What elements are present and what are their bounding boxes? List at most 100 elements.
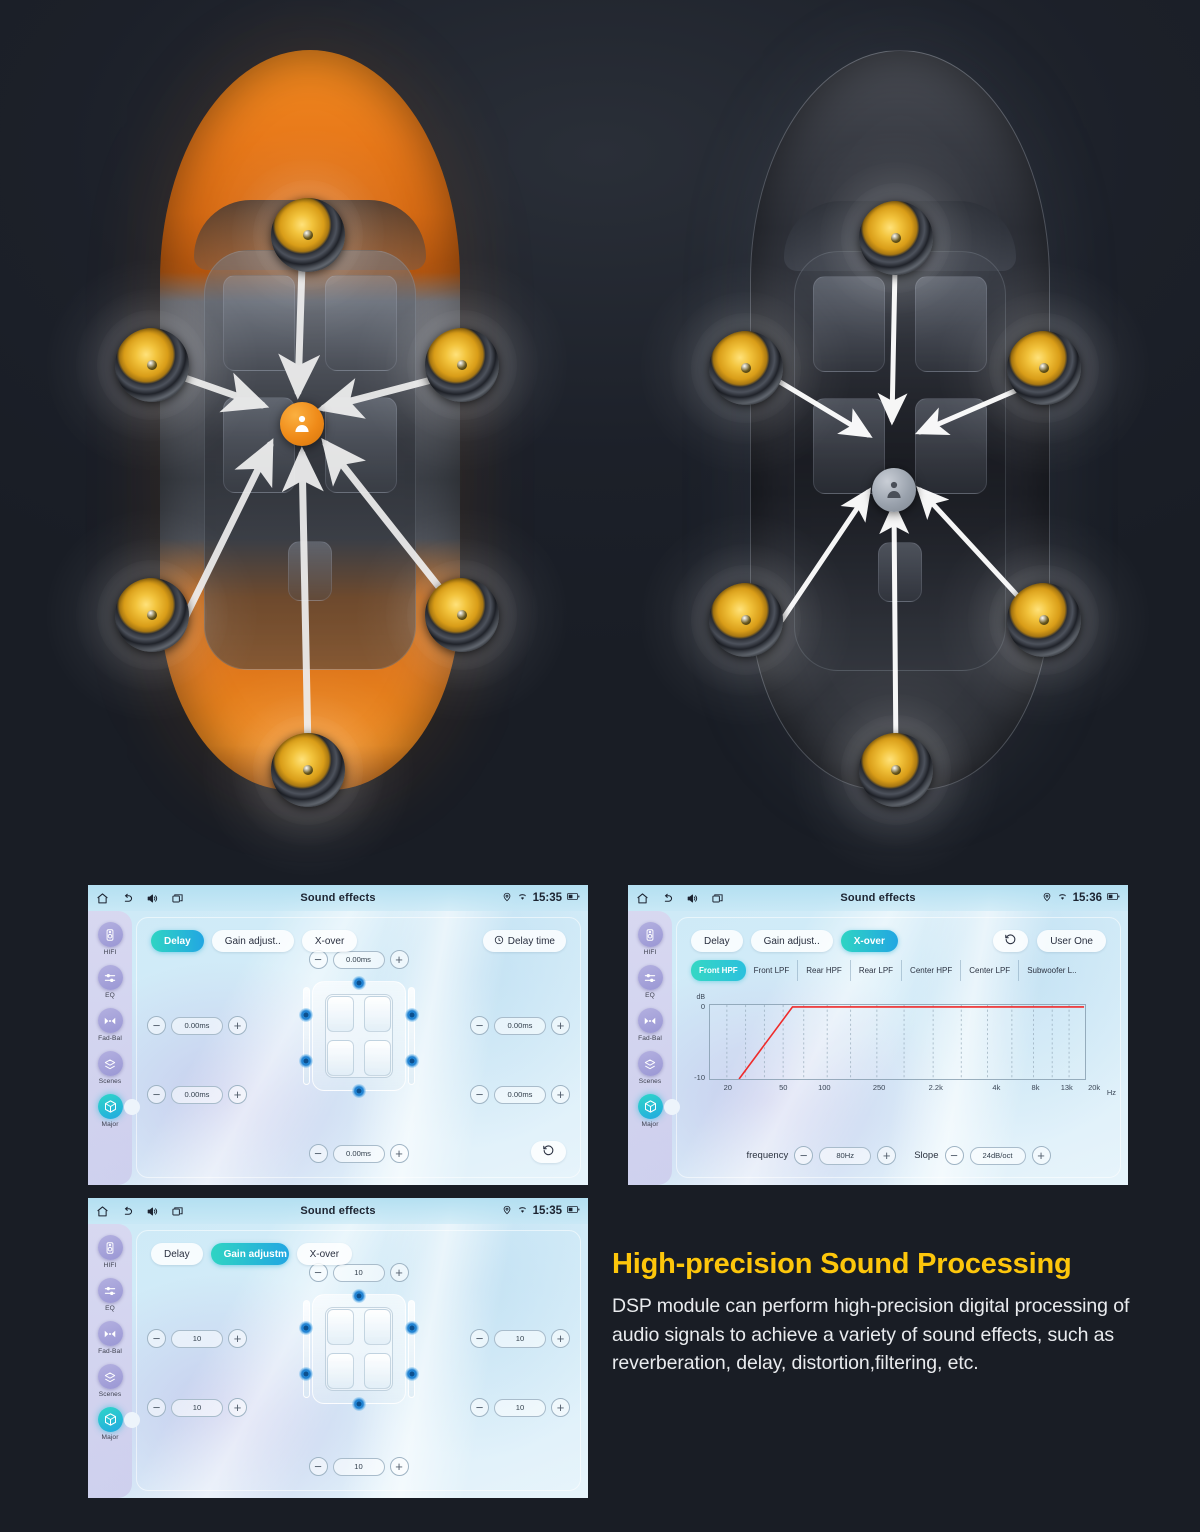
filter-tab-rear-hpf[interactable]: Rear HPF <box>798 960 851 981</box>
sidebar-item-hifi[interactable]: HIFI <box>628 922 672 956</box>
minus-button[interactable]: − <box>147 1398 166 1417</box>
slope-value[interactable]: 24dB/oct <box>969 1146 1026 1165</box>
filter-tab-center-lpf[interactable]: Center LPF <box>961 960 1020 981</box>
sidebar-item-hifi[interactable]: HIFI <box>88 922 132 956</box>
stepper-rear-left: − 0.00ms + <box>147 1085 247 1104</box>
preset-user-one-button[interactable]: User One <box>1037 930 1106 952</box>
minus-button[interactable]: − <box>470 1398 489 1417</box>
reset-button[interactable] <box>531 1141 566 1163</box>
minus-button[interactable]: − <box>308 950 328 969</box>
value-front-left[interactable]: 0.00ms <box>171 1016 223 1035</box>
plus-button[interactable]: + <box>551 1016 570 1035</box>
value-rear-left[interactable]: 10 <box>171 1398 223 1417</box>
minus-button[interactable]: − <box>147 1085 166 1104</box>
plus-button[interactable]: + <box>389 1457 409 1476</box>
sidebar-item-scenes[interactable]: Scenes <box>628 1051 672 1085</box>
minus-button[interactable]: − <box>308 1263 328 1282</box>
tab-delay[interactable]: Delay <box>151 1243 203 1265</box>
filter-tab-rear-lpf[interactable]: Rear LPF <box>851 960 903 981</box>
delay-time-button[interactable]: Delay time <box>482 930 566 952</box>
battery-icon <box>567 891 580 905</box>
map-speaker-front-center[interactable] <box>351 976 366 990</box>
sidebar-label: EQ <box>105 992 115 999</box>
map-speaker-front-right[interactable] <box>404 1321 419 1335</box>
map-speaker-front-left[interactable] <box>298 1008 313 1022</box>
sidebar-item-scenes[interactable]: Scenes <box>88 1051 132 1085</box>
minus-button[interactable]: − <box>470 1085 489 1104</box>
tab-gain-adjust[interactable]: Gain adjustm <box>210 1243 289 1265</box>
minus-button[interactable]: − <box>308 1457 328 1476</box>
tab-gain-adjust[interactable]: Gain adjust.. <box>750 930 833 952</box>
map-speaker-front-left[interactable] <box>298 1321 313 1335</box>
filter-tab-center-hpf[interactable]: Center HPF <box>902 960 962 981</box>
sidebar-item-hifi[interactable]: HIFI <box>88 1235 132 1269</box>
plus-button[interactable]: + <box>228 1016 247 1035</box>
map-speaker-rear-right[interactable] <box>404 1054 419 1068</box>
sidebar-item-fad-bal[interactable]: Fad-Bal <box>88 1321 132 1355</box>
map-speaker-rear-left[interactable] <box>298 1367 313 1381</box>
sidebar-item-major[interactable]: Major <box>88 1094 140 1128</box>
plus-button[interactable]: + <box>228 1329 247 1348</box>
value-rear-center[interactable]: 10 <box>332 1457 385 1476</box>
stepper-rear-right: − 10 + <box>470 1398 570 1417</box>
value-front-left[interactable]: 10 <box>171 1329 223 1348</box>
tab-delay[interactable]: Delay <box>691 930 743 952</box>
equalizer-icon <box>97 1278 123 1303</box>
tab-delay[interactable]: Delay <box>151 930 204 952</box>
value-front-right[interactable]: 0.00ms <box>494 1016 546 1035</box>
value-rear-center[interactable]: 0.00ms <box>332 1144 385 1163</box>
filter-tab-front-hpf[interactable]: Front HPF <box>691 960 746 981</box>
reset-button[interactable] <box>993 930 1029 952</box>
plus-button[interactable]: + <box>228 1085 247 1104</box>
map-speaker-rear-right[interactable] <box>404 1367 419 1381</box>
tab-row: Delay Gain adjust.. X-over <box>151 930 358 952</box>
tab-x-over[interactable]: X-over <box>301 930 358 952</box>
sidebar-item-major[interactable]: Major <box>88 1407 140 1441</box>
value-front-right[interactable]: 10 <box>494 1329 546 1348</box>
slope-plus-button[interactable]: + <box>1031 1146 1051 1165</box>
value-front-center[interactable]: 0.00ms <box>332 950 385 969</box>
tab-gain-adjust[interactable]: Gain adjust.. <box>211 930 294 952</box>
value-front-center[interactable]: 10 <box>332 1263 385 1282</box>
slope-minus-button[interactable]: − <box>944 1146 964 1165</box>
minus-button[interactable]: − <box>147 1329 166 1348</box>
map-speaker-rear-center[interactable] <box>351 1397 366 1411</box>
tab-x-over[interactable]: X-over <box>840 930 898 952</box>
plus-button[interactable]: + <box>228 1398 247 1417</box>
frequency-value[interactable]: 80Hz <box>819 1146 872 1165</box>
map-speaker-rear-center[interactable] <box>351 1084 366 1098</box>
plus-button[interactable]: + <box>389 1263 409 1282</box>
map-speaker-rear-left[interactable] <box>298 1054 313 1068</box>
map-speaker-front-center[interactable] <box>351 1289 366 1303</box>
plus-button[interactable]: + <box>389 1144 409 1163</box>
filter-tab-front-lpf[interactable]: Front LPF <box>746 960 799 981</box>
value-rear-right[interactable]: 0.00ms <box>494 1085 546 1104</box>
tab-x-over[interactable]: X-over <box>296 1243 353 1265</box>
frequency-plus-button[interactable]: + <box>877 1146 897 1165</box>
plus-button[interactable]: + <box>551 1329 570 1348</box>
minus-button[interactable]: − <box>470 1329 489 1348</box>
filter-tab-subwoofer-lpf[interactable]: Subwoofer L.. <box>1019 960 1084 981</box>
sidebar-item-fad-bal[interactable]: Fad-Bal <box>88 1008 132 1042</box>
sidebar-item-scenes[interactable]: Scenes <box>88 1364 132 1398</box>
sidebar-item-fad-bal[interactable]: Fad-Bal <box>628 1008 672 1042</box>
plus-button[interactable]: + <box>551 1398 570 1417</box>
sidebar-label: Fad-Bal <box>98 1035 122 1042</box>
plus-button[interactable]: + <box>551 1085 570 1104</box>
map-speaker-front-right[interactable] <box>404 1008 419 1022</box>
stepper-rear-left: − 10 + <box>147 1398 247 1417</box>
minus-button[interactable]: − <box>470 1016 489 1035</box>
value-rear-left[interactable]: 0.00ms <box>171 1085 223 1104</box>
plus-button[interactable]: + <box>389 950 409 969</box>
minus-button[interactable]: − <box>147 1016 166 1035</box>
minus-button[interactable]: − <box>308 1144 328 1163</box>
seat-front-left <box>326 996 354 1032</box>
sidebar-item-eq[interactable]: EQ <box>88 965 132 999</box>
sidebar-item-eq[interactable]: EQ <box>628 965 672 999</box>
frequency-minus-button[interactable]: − <box>794 1146 814 1165</box>
sidebar-item-eq[interactable]: EQ <box>88 1278 132 1312</box>
sidebar-item-major[interactable]: Major <box>628 1094 680 1128</box>
battery-icon <box>1107 891 1120 905</box>
head-unit-gain-screen: Sound effects 15:35 HIFI EQ Fad-Bal Scen… <box>88 1198 588 1498</box>
value-rear-right[interactable]: 10 <box>494 1398 546 1417</box>
